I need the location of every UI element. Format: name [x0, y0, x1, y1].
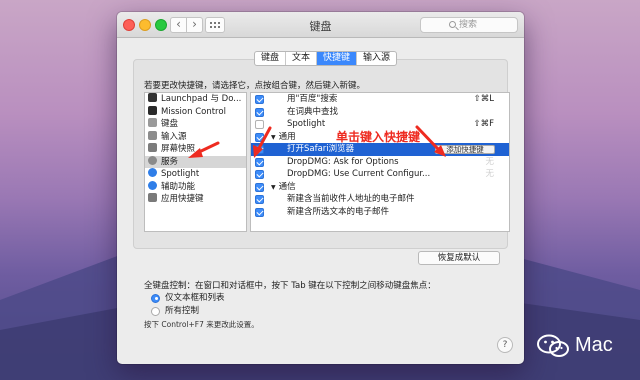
keyboard-preferences-window: ‹ › 键盘 搜索 键盘 文本 快捷键 输入源 若要更改快捷键，请选择它，点按组…	[117, 12, 524, 364]
group-label-text: 通信	[278, 181, 296, 192]
keyboard-icon	[148, 118, 157, 127]
category-label: 输入源	[161, 131, 187, 142]
shortcut-checkbox[interactable]	[255, 207, 264, 217]
services-gear-icon	[148, 155, 157, 165]
category-label: 辅助功能	[161, 181, 196, 192]
spotlight-icon	[148, 168, 157, 177]
wechat-icon	[537, 334, 569, 357]
add-shortcut-button[interactable]: 添加快捷键	[435, 144, 495, 154]
shortcut-checkbox[interactable]	[255, 170, 264, 179]
category-label: 服务	[161, 156, 179, 167]
search-placeholder: 搜索	[459, 20, 478, 30]
category-label: 应用快捷键	[161, 194, 204, 204]
group-checkbox[interactable]	[255, 182, 264, 192]
shortcut-keys[interactable]: 无	[485, 168, 494, 181]
search-icon	[449, 21, 456, 28]
tab-text[interactable]: 文本	[286, 52, 318, 65]
shortcut-checkbox[interactable]	[255, 95, 264, 104]
shortcut-checkbox[interactable]	[255, 145, 264, 154]
category-screenshots[interactable]: 屏幕快照	[145, 143, 246, 156]
accessibility-icon	[148, 180, 157, 190]
tab-bar: 键盘 文本 快捷键 输入源	[254, 51, 398, 66]
restore-defaults-button[interactable]: 恢复成默认	[418, 251, 500, 265]
category-label: 屏幕快照	[161, 144, 196, 154]
control-f7-hint: 按下 Control+F7 来更改此设置。	[144, 320, 259, 329]
shortcut-row[interactable]: DropDMG: Ask for Options 无	[251, 156, 509, 169]
tab-keyboard[interactable]: 键盘	[255, 52, 287, 65]
shortcut-row[interactable]: 新建含当前收件人地址的电子邮件	[251, 193, 509, 206]
category-label: Launchpad 与 Do...	[161, 94, 242, 104]
tab-input-sources[interactable]: 输入源	[357, 52, 396, 65]
shortcut-row[interactable]: 在词典中查找	[251, 106, 509, 119]
category-app-shortcuts[interactable]: 应用快捷键	[145, 193, 246, 206]
shortcut-keys[interactable]: ⇧⌘F	[473, 118, 494, 131]
wechat-watermark: Mac	[537, 334, 629, 358]
category-label: 键盘	[161, 119, 179, 129]
category-keyboard[interactable]: 键盘	[145, 118, 246, 131]
shortcuts-list: 用"百度"搜索 ⇧⌘L 在词典中查找 Spotlight ⇧⌘F ▼ 通用 打开S…	[250, 92, 510, 232]
radio-button[interactable]	[151, 293, 160, 303]
mission-control-icon	[148, 105, 157, 115]
annotation-label: 单击键入快捷键	[336, 130, 421, 144]
shortcut-label: 用"百度"搜索	[287, 94, 338, 104]
tab-shortcuts[interactable]: 快捷键	[317, 52, 358, 65]
radio-button[interactable]	[151, 306, 160, 316]
shortcut-checkbox[interactable]	[255, 195, 264, 204]
input-source-icon	[148, 130, 157, 140]
shortcut-keys[interactable]: 无	[485, 156, 494, 169]
shortcut-label: Spotlight	[287, 119, 326, 129]
title-bar: ‹ › 键盘 搜索	[117, 12, 524, 38]
radio-text-boxes-lists[interactable]: 仅文本框和列表	[151, 292, 225, 304]
shortcut-label: 新建含所选文本的电子邮件	[287, 206, 390, 217]
shortcut-row[interactable]: DropDMG: Use Current Configur... 无	[251, 168, 509, 181]
search-field[interactable]: 搜索	[420, 17, 518, 33]
instruction-text: 若要更改快捷键，请选择它，点按组合键，然后键入新键。	[144, 81, 366, 91]
shortcut-label: DropDMG: Use Current Configur...	[287, 169, 431, 179]
shortcut-keys[interactable]: ⇧⌘L	[474, 93, 494, 106]
shortcut-categories-list: Launchpad 与 Do... Mission Control 键盘 输入源…	[144, 92, 247, 232]
app-shortcuts-icon	[148, 193, 157, 202]
watermark-text: Mac	[575, 334, 613, 356]
category-label: Spotlight	[161, 169, 200, 179]
category-launchpad[interactable]: Launchpad 与 Do...	[145, 93, 246, 106]
screenshot-icon	[148, 143, 157, 152]
group-label: ▼ 通信	[271, 181, 296, 195]
shortcut-row[interactable]: 新建含所选文本的电子邮件	[251, 206, 509, 219]
shortcut-label: DropDMG: Ask for Options	[287, 156, 399, 167]
launchpad-icon	[148, 93, 157, 102]
shortcut-checkbox[interactable]	[255, 107, 264, 117]
disclosure-triangle-icon[interactable]: ▼	[271, 184, 276, 191]
category-label: Mission Control	[161, 106, 226, 117]
disclosure-triangle-icon[interactable]: ▼	[271, 134, 276, 141]
radio-label: 所有控制	[165, 306, 200, 316]
shortcut-row[interactable]: 用"百度"搜索 ⇧⌘L	[251, 93, 509, 106]
shortcut-checkbox[interactable]	[255, 120, 264, 129]
group-row-communication[interactable]: ▼ 通信	[251, 181, 509, 194]
shortcut-label: 新建含当前收件人地址的电子邮件	[287, 194, 415, 204]
group-label-text: 通用	[278, 131, 296, 142]
category-spotlight[interactable]: Spotlight	[145, 168, 246, 181]
radio-all-controls[interactable]: 所有控制	[151, 305, 199, 317]
category-input-sources[interactable]: 输入源	[145, 130, 246, 144]
full-keyboard-access-label: 全键盘控制：在窗口和对话框中，按下 Tab 键在以下控制之间移动键盘焦点：	[144, 281, 436, 291]
group-label: ▼ 通用	[271, 131, 296, 145]
radio-label: 仅文本框和列表	[165, 293, 225, 303]
category-services[interactable]: 服务	[145, 155, 246, 168]
category-mission-control[interactable]: Mission Control	[145, 105, 246, 119]
help-button[interactable]: ?	[497, 337, 513, 353]
category-accessibility[interactable]: 辅助功能	[145, 180, 246, 194]
group-checkbox[interactable]	[255, 132, 264, 142]
shortcut-checkbox[interactable]	[255, 157, 264, 167]
shortcut-label: 在词典中查找	[287, 106, 339, 117]
